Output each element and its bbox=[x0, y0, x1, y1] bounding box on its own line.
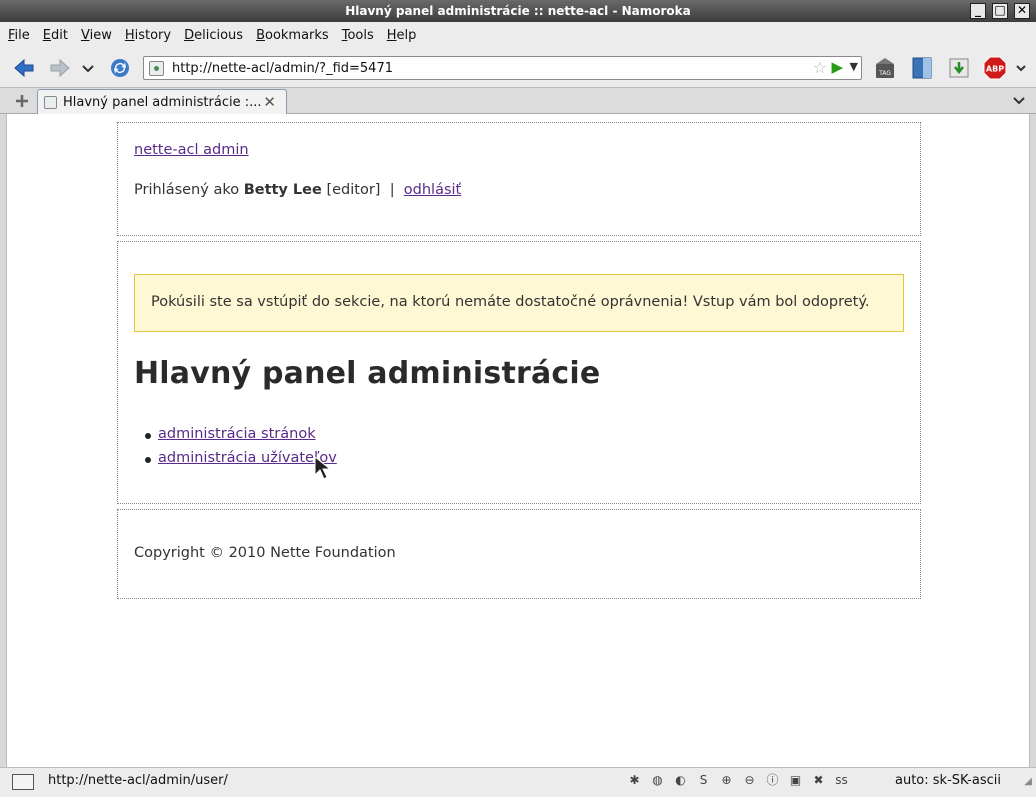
flash-warning-message: Pokúsili ste sa vstúpiť do sekcie, na kt… bbox=[134, 274, 904, 332]
page-footer: Copyright © 2010 Nette Foundation bbox=[117, 509, 921, 599]
site-identity-icon[interactable] bbox=[149, 61, 164, 76]
window-title: Hlavný panel administrácie :: nette-acl … bbox=[345, 4, 691, 18]
globe-icon[interactable]: ◍ bbox=[649, 772, 666, 789]
page-title: Hlavný panel administrácie bbox=[134, 356, 601, 391]
main-content: Pokúsili ste sa vstúpiť do sekcie, na kt… bbox=[117, 241, 921, 504]
page-viewport: nette-acl admin Prihlásený ako Betty Lee… bbox=[6, 114, 1030, 767]
maximize-button[interactable]: □ bbox=[992, 3, 1008, 19]
separator: | bbox=[389, 182, 395, 198]
logged-as-label: Prihlásený ako bbox=[134, 182, 240, 198]
list-item: administrácia stránok bbox=[145, 426, 337, 450]
list-item: administrácia užívateľov bbox=[145, 450, 337, 474]
address-bar[interactable]: ☆ ▶ ▼ bbox=[143, 56, 862, 80]
tab-label: Hlavný panel administrácie :... bbox=[63, 95, 262, 110]
status-url: http://nette-acl/admin/user/ bbox=[48, 773, 228, 788]
lint-icon[interactable]: ◐ bbox=[672, 772, 689, 789]
page-header: nette-acl admin Prihlásený ako Betty Lee… bbox=[117, 122, 921, 236]
back-arrow-icon[interactable] bbox=[12, 56, 36, 80]
logout-link[interactable]: odhlásiť bbox=[404, 182, 461, 198]
user-role: [editor] bbox=[326, 182, 381, 198]
download-icon[interactable] bbox=[947, 56, 971, 80]
menu-edit[interactable]: Edit bbox=[43, 28, 68, 43]
bookmarks-sidebar-icon[interactable] bbox=[910, 56, 934, 80]
ss-icon[interactable]: ss bbox=[833, 772, 850, 789]
encoding-indicator[interactable]: auto: sk-SK-ascii bbox=[895, 773, 1001, 788]
menu-file[interactable]: File bbox=[8, 28, 30, 43]
go-icon[interactable]: ▶ bbox=[831, 58, 843, 76]
site-home-link[interactable]: nette-acl admin bbox=[134, 142, 249, 158]
admin-menu: administrácia stránok administrácia užív… bbox=[145, 426, 337, 474]
new-tab-plus-icon[interactable] bbox=[14, 93, 30, 109]
resize-grip-icon[interactable]: ◢ bbox=[1024, 776, 1032, 787]
tab-favicon-icon bbox=[44, 96, 57, 109]
bookmark-star-icon[interactable]: ☆ bbox=[813, 58, 827, 77]
xmarks-icon[interactable]: ✖ bbox=[810, 772, 827, 789]
menu-view[interactable]: View bbox=[81, 28, 112, 43]
tab-active[interactable]: Hlavný panel administrácie :... ✕ bbox=[37, 89, 287, 115]
status-bar: http://nette-acl/admin/user/ ✱ ◍ ◐ S ⊕ ⊖… bbox=[0, 767, 1036, 797]
adblock-plus-icon[interactable]: ABP bbox=[983, 56, 1007, 80]
window-titlebar: Hlavný panel administrácie :: nette-acl … bbox=[0, 0, 1036, 22]
status-page-icon bbox=[12, 774, 34, 790]
delicious-tag-icon[interactable]: TAG bbox=[873, 56, 897, 80]
forward-arrow-icon[interactable] bbox=[48, 56, 72, 80]
menu-tools[interactable]: Tools bbox=[342, 28, 374, 43]
url-dropdown-icon[interactable]: ▼ bbox=[850, 60, 858, 73]
s-icon[interactable]: S bbox=[695, 772, 712, 789]
mouse-cursor-icon bbox=[314, 455, 332, 480]
tab-close-icon[interactable]: ✕ bbox=[263, 93, 276, 111]
menu-help[interactable]: Help bbox=[387, 28, 417, 43]
menu-history[interactable]: History bbox=[125, 28, 171, 43]
url-input[interactable] bbox=[172, 59, 802, 77]
tab-list-chevron-icon[interactable] bbox=[1012, 94, 1026, 108]
pages-admin-link[interactable]: administrácia stránok bbox=[158, 426, 316, 442]
user-name: Betty Lee bbox=[243, 182, 322, 198]
info-icon[interactable]: ⓘ bbox=[764, 772, 781, 789]
users-admin-link[interactable]: administrácia užívateľov bbox=[158, 450, 337, 466]
firebug-icon[interactable]: ✱ bbox=[626, 772, 643, 789]
minimize-button[interactable]: _ bbox=[970, 3, 986, 19]
status-icons: ✱ ◍ ◐ S ⊕ ⊖ ⓘ ▣ ✖ ss bbox=[626, 772, 850, 789]
adblock-dropdown-icon[interactable] bbox=[1014, 56, 1028, 80]
zoom-out-icon[interactable]: ⊖ bbox=[741, 772, 758, 789]
history-dropdown-icon[interactable] bbox=[80, 56, 96, 80]
navigation-toolbar: ☆ ▶ ▼ TAG ABP bbox=[0, 48, 1036, 88]
close-window-button[interactable]: ✕ bbox=[1014, 3, 1030, 19]
menu-bar: File Edit View History Delicious Bookmar… bbox=[0, 22, 1036, 48]
tab-bar: Hlavný panel administrácie :... ✕ bbox=[0, 88, 1036, 115]
reload-icon[interactable] bbox=[108, 56, 132, 80]
copyright-text: Copyright © 2010 Nette Foundation bbox=[134, 545, 396, 561]
menu-delicious[interactable]: Delicious bbox=[184, 28, 243, 43]
svg-text:ABP: ABP bbox=[986, 65, 1004, 74]
svg-text:TAG: TAG bbox=[878, 70, 891, 77]
login-info: Prihlásený ako Betty Lee [editor] | odhl… bbox=[134, 182, 461, 198]
zoom-in-icon[interactable]: ⊕ bbox=[718, 772, 735, 789]
menu-bookmarks[interactable]: Bookmarks bbox=[256, 28, 329, 43]
screenshot-icon[interactable]: ▣ bbox=[787, 772, 804, 789]
